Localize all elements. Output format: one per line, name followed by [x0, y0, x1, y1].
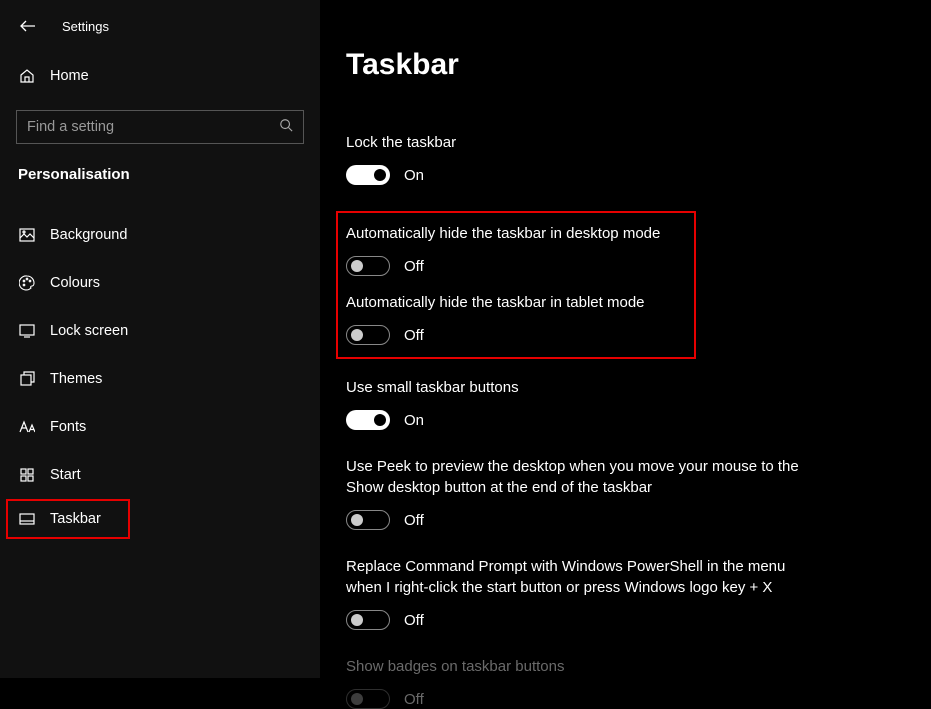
- setting-label-autohide-tablet: Automatically hide the taskbar in tablet…: [346, 292, 682, 313]
- toggle-autohide-desktop[interactable]: [346, 256, 390, 276]
- toggle-autohide-tablet[interactable]: [346, 325, 390, 345]
- search-input[interactable]: [27, 119, 279, 135]
- sidebar-item-label: Fonts: [50, 419, 86, 435]
- setting-label-autohide-desktop: Automatically hide the taskbar in deskto…: [346, 223, 682, 244]
- setting-label-badges: Show badges on taskbar buttons: [346, 656, 806, 677]
- toggle-lock-taskbar[interactable]: [346, 165, 390, 185]
- taskbar-icon: [18, 513, 36, 525]
- toggle-state: On: [404, 167, 424, 184]
- sidebar-item-themes[interactable]: Themes: [0, 355, 320, 403]
- themes-icon: [18, 371, 36, 387]
- sidebar-item-label: Lock screen: [50, 323, 128, 339]
- search-box[interactable]: [16, 110, 304, 144]
- toggle-small-buttons[interactable]: [346, 410, 390, 430]
- toggle-state: Off: [404, 612, 424, 629]
- toggle-state: Off: [404, 258, 424, 275]
- highlight-autohide: Automatically hide the taskbar in deskto…: [336, 211, 696, 359]
- picture-icon: [18, 228, 36, 242]
- sidebar-item-start[interactable]: Start: [0, 451, 320, 499]
- toggle-powershell[interactable]: [346, 610, 390, 630]
- sidebar-item-label: Taskbar: [50, 511, 101, 527]
- toggle-badges: [346, 689, 390, 709]
- category-header: Personalisation: [0, 158, 320, 197]
- home-icon: [18, 68, 36, 84]
- toggle-state: Off: [404, 327, 424, 344]
- fonts-icon: [18, 420, 36, 434]
- sidebar-item-label: Start: [50, 467, 81, 483]
- lockscreen-icon: [18, 324, 36, 338]
- sidebar-item-fonts[interactable]: Fonts: [0, 403, 320, 451]
- setting-label-powershell: Replace Command Prompt with Windows Powe…: [346, 556, 806, 598]
- home-nav[interactable]: Home: [0, 56, 320, 96]
- toggle-peek[interactable]: [346, 510, 390, 530]
- setting-label-lock: Lock the taskbar: [346, 132, 806, 153]
- home-label: Home: [50, 68, 89, 84]
- sidebar-item-label: Colours: [50, 275, 100, 291]
- toggle-state: Off: [404, 691, 424, 708]
- sidebar-item-taskbar[interactable]: Taskbar: [6, 499, 130, 539]
- start-icon: [18, 468, 36, 482]
- setting-label-peek: Use Peek to preview the desktop when you…: [346, 456, 806, 498]
- search-icon: [279, 118, 293, 136]
- sidebar-item-colours[interactable]: Colours: [0, 259, 320, 307]
- palette-icon: [18, 275, 36, 291]
- settings-header: Settings: [62, 19, 109, 34]
- sidebar-item-label: Background: [50, 227, 127, 243]
- sidebar-item-label: Themes: [50, 371, 102, 387]
- setting-label-small-buttons: Use small taskbar buttons: [346, 377, 806, 398]
- page-title: Taskbar: [346, 48, 931, 82]
- back-icon[interactable]: [18, 16, 38, 36]
- sidebar-item-lockscreen[interactable]: Lock screen: [0, 307, 320, 355]
- sidebar-item-background[interactable]: Background: [0, 211, 320, 259]
- toggle-state: On: [404, 412, 424, 429]
- toggle-state: Off: [404, 512, 424, 529]
